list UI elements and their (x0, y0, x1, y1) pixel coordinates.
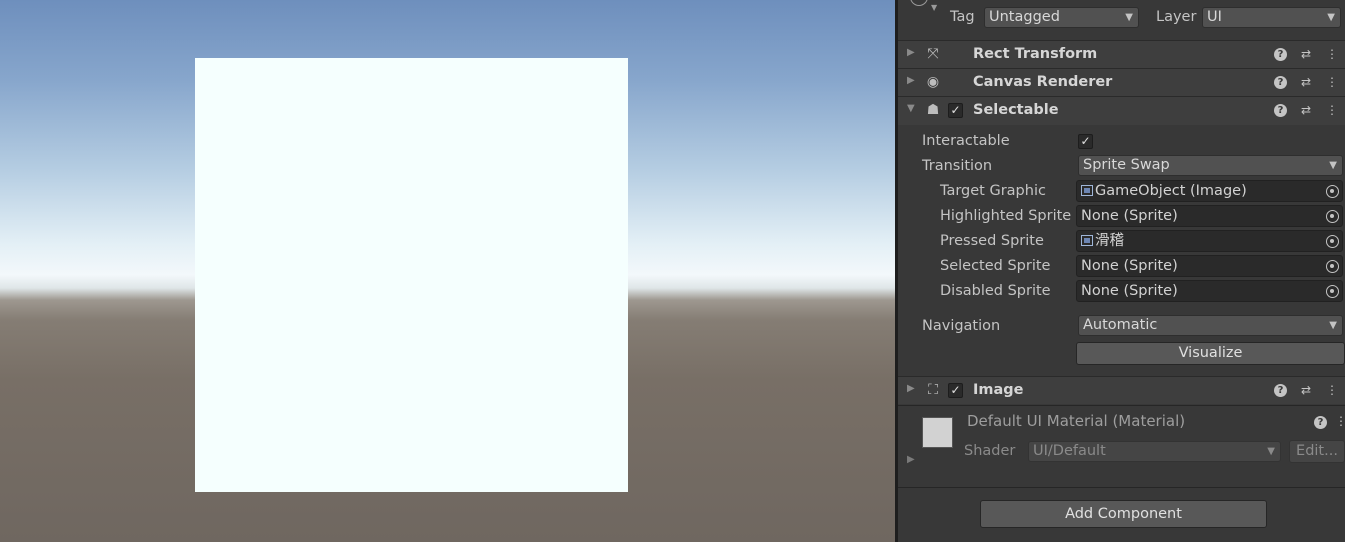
material-preview-thumbnail[interactable] (922, 417, 953, 448)
add-component-button[interactable]: Add Component (980, 500, 1267, 528)
tag-dropdown[interactable]: Untagged ▼ (984, 7, 1139, 28)
dropdown-arrow-icon: ▼ (1267, 446, 1275, 457)
interactable-checkbox[interactable]: ✓ (1078, 134, 1093, 149)
shader-dropdown[interactable]: UI/Default ▼ (1028, 441, 1281, 462)
fold-arrow-icon[interactable]: ▶ (907, 454, 915, 465)
selected-sprite-field[interactable]: None (Sprite) (1076, 255, 1343, 277)
image-icon (1081, 185, 1093, 196)
component-header-canvas-renderer[interactable]: ▶ ◉ Canvas Renderer ? ⇄ ⋮ (898, 68, 1345, 96)
highlighted-sprite-field[interactable]: None (Sprite) (1076, 205, 1343, 227)
presets-icon[interactable]: ⇄ (1299, 383, 1313, 398)
selected-sprite-label: Selected Sprite (940, 258, 1051, 274)
rect-transform-icon: ⤧ (927, 46, 939, 62)
component-header-selectable[interactable]: ▼ ☗ ✓ Selectable ? ⇄ ⋮ (898, 96, 1345, 125)
target-graphic-field[interactable]: GameObject (Image) (1076, 180, 1343, 202)
tag-value: Untagged (989, 9, 1060, 25)
enable-checkbox[interactable]: ✓ (948, 383, 963, 398)
dropdown-arrow-icon: ▼ (1125, 12, 1133, 23)
transition-value: Sprite Swap (1083, 157, 1170, 173)
highlighted-sprite-value: None (Sprite) (1081, 208, 1178, 224)
component-title: Image (973, 382, 1024, 398)
help-icon[interactable]: ? (1274, 384, 1287, 397)
fold-arrow-icon[interactable]: ▼ (907, 103, 915, 114)
component-header-rect-transform[interactable]: ▶ ⤧ Rect Transform ? ⇄ ⋮ (898, 40, 1345, 68)
highlighted-sprite-label: Highlighted Sprite (940, 208, 1072, 224)
scene-view[interactable] (0, 0, 895, 542)
pressed-sprite-value: 滑稽 (1095, 233, 1124, 249)
more-menu-icon[interactable]: ⋮ (1335, 414, 1345, 429)
help-icon[interactable]: ? (1314, 416, 1327, 429)
inspector-panel: ▼ Tag Untagged ▼ Layer UI ▼ ▶ ⤧ Rect Tra… (898, 0, 1345, 542)
presets-icon[interactable]: ⇄ (1299, 47, 1313, 62)
presets-icon[interactable]: ⇄ (1299, 75, 1313, 90)
object-picker-icon[interactable] (1326, 185, 1339, 198)
component-title: Canvas Renderer (973, 74, 1113, 90)
add-component-separator (898, 487, 1345, 488)
visualize-button[interactable]: Visualize (1076, 342, 1345, 365)
tag-label: Tag (950, 9, 975, 25)
dropdown-arrow-icon: ▼ (1329, 320, 1337, 331)
layer-dropdown[interactable]: UI ▼ (1202, 7, 1341, 28)
pressed-sprite-field[interactable]: 滑稽 (1076, 230, 1343, 252)
transition-label: Transition (922, 158, 993, 174)
more-menu-icon[interactable]: ⋮ (1325, 383, 1339, 398)
transition-dropdown[interactable]: Sprite Swap ▼ (1078, 155, 1343, 176)
disabled-sprite-value: None (Sprite) (1081, 283, 1178, 299)
selected-sprite-value: None (Sprite) (1081, 258, 1178, 274)
more-menu-icon[interactable]: ⋮ (1325, 103, 1339, 118)
navigation-value: Automatic (1083, 317, 1158, 333)
object-picker-icon[interactable] (1326, 260, 1339, 273)
object-picker-icon[interactable] (1326, 210, 1339, 223)
layer-value: UI (1207, 9, 1222, 25)
enable-checkbox[interactable]: ✓ (948, 103, 963, 118)
component-title: Rect Transform (973, 46, 1098, 62)
object-picker-icon[interactable] (1326, 285, 1339, 298)
cursor-icon: ☗ (926, 102, 940, 118)
navigation-dropdown[interactable]: Automatic ▼ (1078, 315, 1343, 336)
shader-value: UI/Default (1033, 443, 1106, 459)
component-header-image[interactable]: ▶ ⛶ ✓ Image ? ⇄ ⋮ (898, 376, 1345, 404)
layer-label: Layer (1156, 9, 1197, 25)
ui-image-object[interactable] (195, 58, 628, 492)
chevron-down-icon[interactable]: ▼ (931, 3, 937, 12)
more-menu-icon[interactable]: ⋮ (1325, 75, 1339, 90)
help-icon[interactable]: ? (1274, 76, 1287, 89)
pressed-sprite-label: Pressed Sprite (940, 233, 1044, 249)
dropdown-arrow-icon: ▼ (1327, 12, 1335, 23)
sprite-icon (1081, 235, 1093, 246)
eye-icon: ◉ (926, 74, 940, 90)
image-component-icon: ⛶ (928, 382, 938, 398)
fold-arrow-icon[interactable]: ▶ (907, 47, 915, 58)
edit-shader-button[interactable]: Edit... (1289, 440, 1345, 463)
disabled-sprite-field[interactable]: None (Sprite) (1076, 280, 1343, 302)
fold-arrow-icon[interactable]: ▶ (907, 75, 915, 86)
target-graphic-label: Target Graphic (940, 183, 1046, 199)
dropdown-arrow-icon: ▼ (1329, 160, 1337, 171)
navigation-label: Navigation (922, 318, 1001, 334)
material-name: Default UI Material (Material) (967, 412, 1186, 430)
help-icon[interactable]: ? (1274, 104, 1287, 117)
more-menu-icon[interactable]: ⋮ (1325, 47, 1339, 62)
disabled-sprite-label: Disabled Sprite (940, 283, 1051, 299)
fold-arrow-icon[interactable]: ▶ (907, 383, 915, 394)
help-icon[interactable]: ? (1274, 48, 1287, 61)
gameobject-icon (910, 0, 928, 6)
shader-label: Shader (964, 443, 1016, 459)
object-picker-icon[interactable] (1326, 235, 1339, 248)
interactable-label: Interactable (922, 133, 1010, 149)
component-title: Selectable (973, 102, 1059, 118)
target-graphic-value: GameObject (Image) (1095, 183, 1247, 199)
presets-icon[interactable]: ⇄ (1299, 103, 1313, 118)
material-separator (898, 405, 1345, 406)
